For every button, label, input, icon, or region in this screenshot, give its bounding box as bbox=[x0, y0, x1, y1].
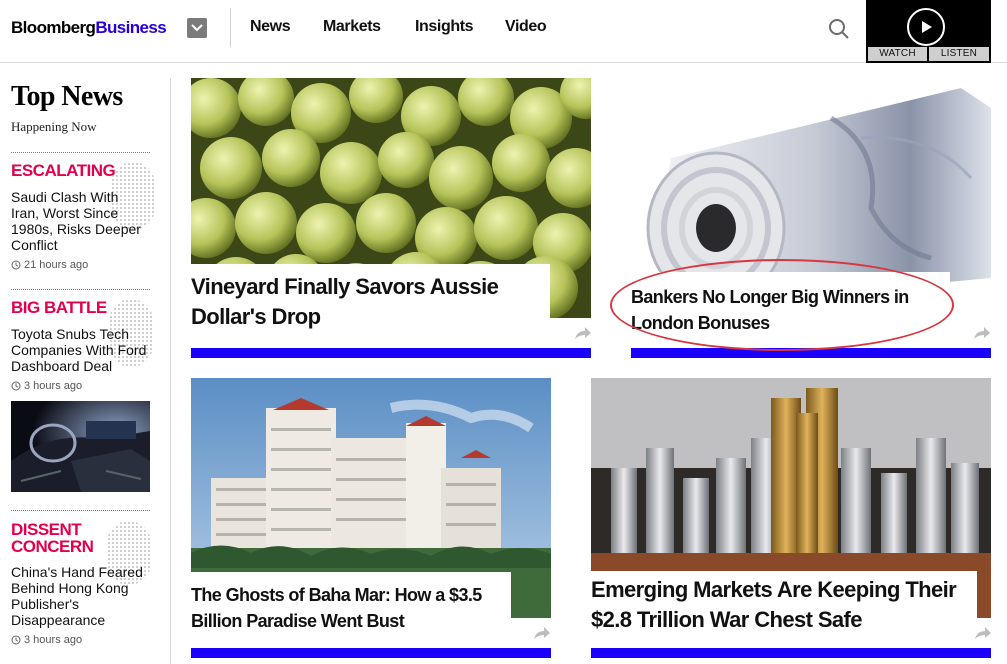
story-card-emerging-markets[interactable]: Emerging Markets Are Keeping Their $2.8 … bbox=[591, 378, 991, 658]
top-news-sidebar: Top News Happening Now ESCALATING Saudi … bbox=[11, 63, 155, 664]
headline-accent-bar bbox=[591, 648, 991, 658]
share-icon[interactable] bbox=[574, 326, 592, 340]
nav-link-insights[interactable]: Insights bbox=[415, 18, 474, 36]
nav-link-news[interactable]: News bbox=[250, 18, 291, 36]
share-icon[interactable] bbox=[974, 626, 992, 640]
nav-divider bbox=[230, 8, 231, 47]
timestamp-text: 21 hours ago bbox=[24, 259, 89, 271]
timestamp-text: 3 hours ago bbox=[24, 634, 83, 646]
top-news-subtitle: Happening Now bbox=[11, 119, 97, 134]
timestamp: 3 hours ago bbox=[11, 634, 150, 646]
story-kicker: ESCALATING bbox=[11, 161, 116, 180]
headline-box: Vineyard Finally Savors Aussie Dollar's … bbox=[191, 264, 550, 338]
clock-icon bbox=[11, 635, 21, 645]
story-kicker: BIG BATTLE bbox=[11, 298, 107, 317]
timestamp: 3 hours ago bbox=[11, 380, 150, 392]
story-kicker: CONCERN bbox=[11, 537, 94, 556]
media-player-box: WATCH LISTEN bbox=[866, 0, 991, 63]
story-card-baha-mar[interactable]: The Ghosts of Baha Mar: How a $3.5 Billi… bbox=[191, 378, 551, 658]
nav-link-video[interactable]: Video bbox=[505, 18, 547, 36]
search-icon[interactable] bbox=[828, 18, 850, 40]
sidebar-headline[interactable]: Toyota Snubs Tech Companies With Ford Da… bbox=[11, 326, 150, 374]
clock-icon bbox=[11, 260, 21, 270]
clock-icon bbox=[11, 381, 21, 391]
chevron-down-icon[interactable] bbox=[187, 18, 207, 38]
sidebar-rule bbox=[11, 289, 150, 290]
top-navigation-bar: BloombergBusiness News Markets Insights … bbox=[0, 0, 1007, 63]
sidebar-story-1[interactable]: ESCALATING Saudi Clash With Iran, Worst … bbox=[11, 161, 155, 271]
headline-box: Emerging Markets Are Keeping Their $2.8 … bbox=[591, 571, 977, 638]
headline-box: Bankers No Longer Big Winners in London … bbox=[631, 272, 950, 338]
listen-tab[interactable]: LISTEN bbox=[929, 47, 989, 61]
watch-tab[interactable]: WATCH bbox=[868, 47, 927, 61]
sidebar-story-3[interactable]: DISSENT CONCERN China's Hand Feared Behi… bbox=[11, 520, 151, 646]
story-card-bankers[interactable]: Bankers No Longer Big Winners in London … bbox=[631, 78, 991, 360]
share-icon[interactable] bbox=[533, 626, 551, 640]
bloomberg-business-logo[interactable]: BloombergBusiness bbox=[11, 18, 167, 38]
sidebar-story-2[interactable]: BIG BATTLE Toyota Snubs Tech Companies W… bbox=[11, 298, 153, 392]
sidebar-divider bbox=[170, 78, 171, 664]
headline-accent-bar bbox=[191, 348, 591, 358]
logo-part-bloomberg: Bloomberg bbox=[11, 18, 96, 37]
share-icon[interactable] bbox=[973, 326, 991, 340]
story-headline[interactable]: Vineyard Finally Savors Aussie Dollar's … bbox=[191, 272, 538, 332]
headline-accent-bar bbox=[191, 648, 551, 658]
headline-accent-bar bbox=[631, 348, 991, 358]
timestamp: 21 hours ago bbox=[11, 259, 150, 271]
play-icon[interactable] bbox=[907, 8, 945, 46]
top-news-title: Top News bbox=[11, 81, 123, 112]
story-card-vineyard[interactable]: Vineyard Finally Savors Aussie Dollar's … bbox=[191, 78, 591, 360]
story-headline[interactable]: The Ghosts of Baha Mar: How a $3.5 Billi… bbox=[191, 582, 505, 634]
sidebar-rule bbox=[11, 152, 150, 153]
sidebar-headline[interactable]: China's Hand Feared Behind Hong Kong Pub… bbox=[11, 564, 150, 628]
story-kicker: DISSENT bbox=[11, 520, 82, 539]
nav-link-markets[interactable]: Markets bbox=[323, 18, 381, 36]
timestamp-text: 3 hours ago bbox=[24, 380, 83, 392]
sidebar-rule bbox=[11, 510, 150, 511]
story-headline[interactable]: Emerging Markets Are Keeping Their $2.8 … bbox=[591, 575, 969, 635]
car-dashboard-thumbnail[interactable] bbox=[11, 401, 150, 492]
logo-part-business: Business bbox=[95, 18, 167, 37]
sidebar-headline[interactable]: Saudi Clash With Iran, Worst Since 1980s… bbox=[11, 189, 150, 253]
headline-box: The Ghosts of Baha Mar: How a $3.5 Billi… bbox=[191, 572, 511, 638]
story-headline[interactable]: Bankers No Longer Big Winners in London … bbox=[631, 284, 940, 336]
